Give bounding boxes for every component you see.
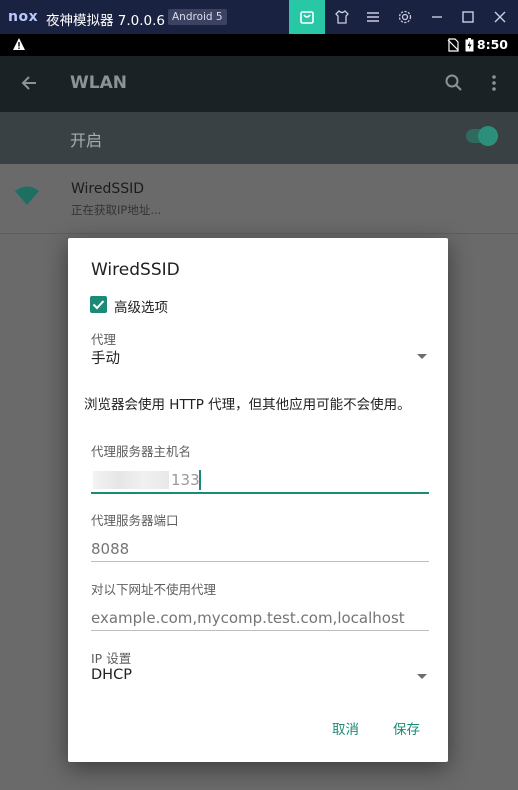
menu-icon [367,12,379,22]
bypass-label: 对以下网址不使用代理 [91,582,217,597]
proxy-note: 浏览器会使用 HTTP 代理，但其他应用可能不会使用。 [84,397,411,413]
settings-button[interactable] [389,0,421,34]
shirt-icon [335,10,349,24]
battery-charging-icon [465,38,474,52]
wlan-toggle-knob[interactable] [478,126,498,146]
proxy-host-label: 代理服务器主机名 [91,444,192,459]
bypass-underline [91,630,429,631]
status-time: 8:50 [476,37,508,52]
nox-logo: nox [8,9,39,25]
more-options-icon[interactable] [490,73,498,93]
menu-button[interactable] [357,0,389,34]
ip-settings-dropdown-arrow-icon[interactable] [417,674,427,679]
proxy-label: 代理 [91,332,117,347]
ip-settings-label: IP 设置 [91,651,132,666]
no-sim-icon [447,38,459,52]
page-title: WLAN [70,73,127,93]
proxy-port-input[interactable] [91,539,429,559]
proxy-dropdown-arrow-icon[interactable] [417,354,427,359]
minimize-button[interactable] [421,0,453,34]
network-list-item[interactable] [0,164,518,234]
ip-settings-select[interactable]: DHCP [91,667,132,683]
text-cursor [199,470,201,490]
close-icon [494,11,506,23]
theme-button[interactable] [326,0,358,34]
minimize-icon [432,16,442,18]
proxy-select[interactable]: 手动 [91,347,120,368]
proxy-host-input[interactable]: 133 [171,471,200,489]
gear-icon [398,10,412,24]
wlan-switch-bar: 开启 [0,112,518,164]
advanced-options-checkbox[interactable] [90,296,107,313]
advanced-options-label: 高级选项 [114,300,168,316]
warning-icon [13,38,25,50]
maximize-icon [462,11,474,23]
save-button[interactable]: 保存 [393,718,420,738]
wifi-signal-icon [15,186,39,205]
app-store-button[interactable] [289,0,325,34]
wlan-switch-label: 开启 [70,131,103,150]
back-arrow-icon[interactable] [18,72,40,94]
cancel-button[interactable]: 取消 [332,718,359,738]
network-status: 正在获取IP地址... [71,203,162,217]
redacted-host-segment [93,471,169,489]
close-button[interactable] [484,0,516,34]
search-icon[interactable] [444,73,464,93]
proxy-host-underline [91,492,429,494]
android-version-badge: Android 5 [168,9,227,25]
app-bar: WLAN [0,56,518,112]
proxy-port-label: 代理服务器端口 [91,513,179,528]
android-status-bar: 8:50 [0,34,518,56]
emulator-title: 夜神模拟器 7.0.0.6 [46,13,166,29]
dialog-title: WiredSSID [91,260,180,280]
network-config-dialog: WiredSSID 高级选项 代理 手动 浏览器会使用 HTTP 代理，但其他应… [68,238,448,762]
maximize-button[interactable] [452,0,484,34]
app-store-icon [300,11,314,24]
network-name: WiredSSID [71,181,145,197]
emulator-titlebar: nox 夜神模拟器 7.0.0.6 Android 5 [0,0,518,34]
proxy-port-underline [91,561,429,562]
checkmark-icon [92,300,105,310]
bypass-input[interactable] [91,608,429,628]
